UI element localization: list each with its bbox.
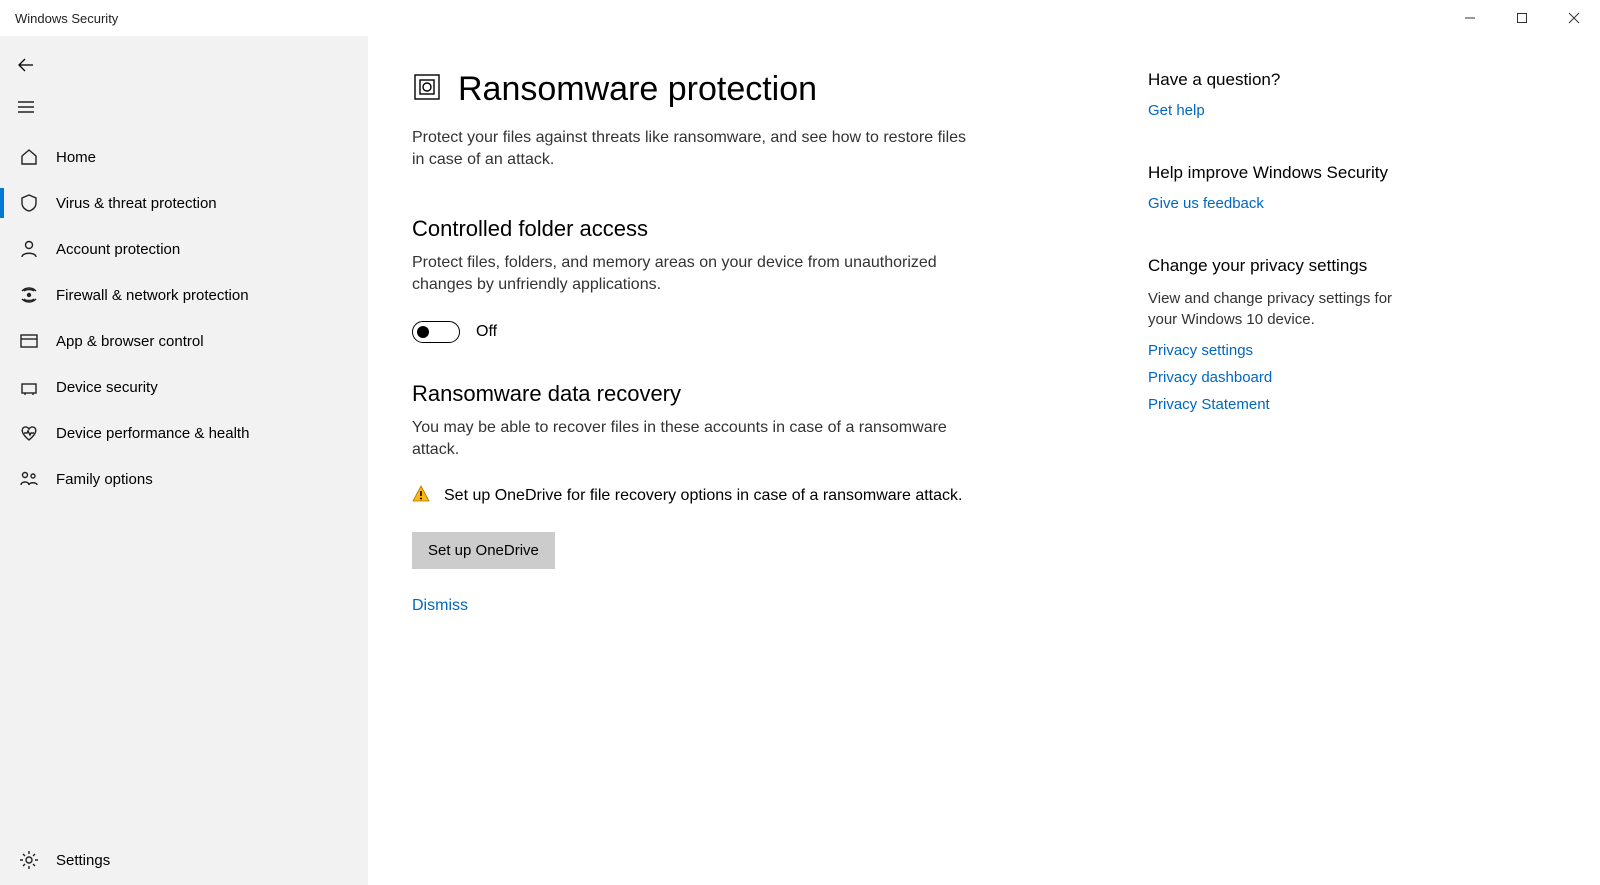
sidebar-item-label: Device performance & health: [56, 425, 249, 442]
sidebar-item-account[interactable]: Account protection: [0, 226, 368, 272]
sidebar-item-label: App & browser control: [56, 333, 204, 350]
warning-icon: [412, 485, 430, 508]
main-content: Ransomware protection Protect your files…: [368, 36, 1600, 885]
nav-list: Home Virus & threat protection Account p…: [0, 134, 368, 835]
sidebar-item-label: Virus & threat protection: [56, 195, 217, 212]
network-icon: [16, 285, 42, 305]
sidebar-item-virus-threat[interactable]: Virus & threat protection: [0, 180, 368, 226]
privacy-statement-link[interactable]: Privacy Statement: [1148, 396, 1556, 413]
sidebar-item-label: Account protection: [56, 241, 180, 258]
page-title: Ransomware protection: [458, 70, 817, 109]
window-controls: [1444, 0, 1600, 36]
rail-improve-title: Help improve Windows Security: [1148, 163, 1556, 183]
sidebar-item-settings[interactable]: Settings: [0, 835, 368, 885]
chip-icon: [16, 377, 42, 397]
recovery-desc: You may be able to recover files in thes…: [412, 417, 992, 462]
window-icon: [16, 331, 42, 351]
sidebar-item-label: Device security: [56, 379, 158, 396]
cfa-desc: Protect files, folders, and memory areas…: [412, 252, 992, 297]
rail-question-title: Have a question?: [1148, 70, 1556, 90]
feedback-link[interactable]: Give us feedback: [1148, 195, 1556, 212]
sidebar-item-label: Settings: [56, 852, 110, 869]
sidebar-item-performance[interactable]: Device performance & health: [0, 410, 368, 456]
sidebar-item-firewall[interactable]: Firewall & network protection: [0, 272, 368, 318]
heart-icon: [16, 423, 42, 443]
title-bar: Windows Security: [0, 0, 1600, 36]
sidebar-item-label: Family options: [56, 471, 153, 488]
privacy-dashboard-link[interactable]: Privacy dashboard: [1148, 369, 1556, 386]
privacy-settings-link[interactable]: Privacy settings: [1148, 342, 1556, 359]
dismiss-link[interactable]: Dismiss: [412, 597, 468, 615]
sidebar-item-label: Home: [56, 149, 96, 166]
right-rail: Have a question? Get help Help improve W…: [1092, 70, 1556, 885]
sidebar: Home Virus & threat protection Account p…: [0, 36, 368, 885]
family-icon: [16, 469, 42, 489]
person-icon: [16, 239, 42, 259]
onedrive-alert: Set up OneDrive for file recovery option…: [412, 485, 972, 508]
maximize-button[interactable]: [1496, 0, 1548, 36]
sidebar-item-device-security[interactable]: Device security: [0, 364, 368, 410]
page-header: Ransomware protection: [412, 70, 1092, 109]
sidebar-item-family[interactable]: Family options: [0, 456, 368, 502]
rail-privacy-title: Change your privacy settings: [1148, 256, 1556, 276]
sidebar-item-home[interactable]: Home: [0, 134, 368, 180]
cfa-toggle-state: Off: [476, 323, 497, 341]
cfa-title: Controlled folder access: [412, 216, 1092, 242]
window-title: Windows Security: [15, 11, 118, 26]
home-icon: [16, 147, 42, 167]
recovery-title: Ransomware data recovery: [412, 381, 1092, 407]
rail-privacy-text: View and change privacy settings for you…: [1148, 288, 1408, 330]
shield-icon: [16, 193, 42, 213]
setup-onedrive-button[interactable]: Set up OneDrive: [412, 532, 555, 569]
cfa-toggle[interactable]: [412, 321, 460, 343]
minimize-button[interactable]: [1444, 0, 1496, 36]
close-button[interactable]: [1548, 0, 1600, 36]
hamburger-button[interactable]: [2, 86, 50, 128]
back-button[interactable]: [2, 44, 50, 86]
onedrive-alert-text: Set up OneDrive for file recovery option…: [444, 485, 962, 508]
get-help-link[interactable]: Get help: [1148, 102, 1556, 119]
gear-icon: [16, 850, 42, 870]
sidebar-item-app-browser[interactable]: App & browser control: [0, 318, 368, 364]
ransomware-icon: [412, 72, 442, 107]
sidebar-item-label: Firewall & network protection: [56, 287, 249, 304]
page-lead: Protect your files against threats like …: [412, 127, 982, 172]
